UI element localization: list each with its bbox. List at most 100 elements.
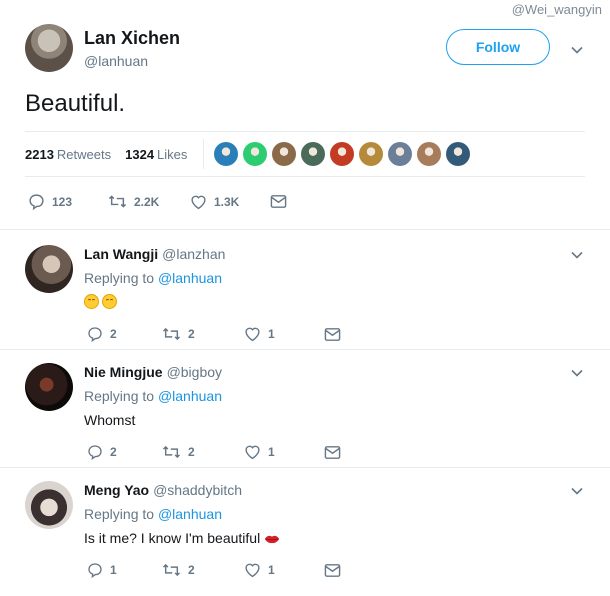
reply-tweet[interactable]: Meng Yao @shaddybitch Replying to @lanhua…	[0, 468, 610, 596]
dm-action[interactable]	[324, 327, 341, 342]
replying-to: Replying to @lanhuan	[84, 506, 222, 522]
retweets-stat[interactable]: 2213 Retweets	[25, 147, 111, 162]
reply-count: 1	[110, 563, 117, 577]
envelope-icon	[324, 445, 341, 459]
reply-action[interactable]: 2	[87, 326, 162, 342]
retweet-icon	[108, 195, 127, 208]
reply-author[interactable]: Lan Wangji @lanzhan	[84, 246, 225, 262]
reply-icon	[29, 194, 44, 210]
replying-to-link[interactable]: @lanhuan	[158, 270, 222, 286]
dm-action[interactable]	[324, 445, 341, 460]
envelope-icon	[324, 563, 341, 577]
retweet-action[interactable]: 2	[162, 326, 244, 342]
liker-avatar[interactable]	[446, 142, 471, 166]
likes-stat[interactable]: 1324 Likes	[125, 147, 187, 162]
chevron-down-icon[interactable]	[571, 249, 583, 261]
reply-text-body: Is it me? I know I'm beautiful	[84, 530, 261, 546]
reply-icon	[88, 445, 102, 460]
reply-author-name: Nie Mingjue	[84, 364, 163, 380]
reply-author-name: Lan Wangji	[84, 246, 159, 262]
heart-icon	[245, 327, 260, 342]
envelope-icon	[270, 195, 287, 208]
reply-author-handle: @shaddybitch	[153, 482, 243, 498]
liker-avatar[interactable]	[214, 142, 239, 166]
likes-label: Likes	[157, 146, 188, 162]
reply-action[interactable]: 1	[87, 562, 162, 578]
retweet-icon	[162, 327, 181, 341]
reply-action[interactable]: 2	[87, 444, 162, 460]
like-action[interactable]: 1	[244, 562, 324, 578]
liker-avatar[interactable]	[243, 142, 268, 166]
like-count: 1	[268, 327, 275, 341]
retweet-action[interactable]: 2.2K	[108, 193, 190, 210]
reply-text: Is it me? I know I'm beautiful	[84, 530, 280, 546]
liker-avatar[interactable]	[359, 142, 384, 166]
author-name[interactable]: Lan Xichen	[84, 28, 180, 49]
replying-to-prefix: Replying to	[84, 270, 155, 286]
tweet-stats: 2213 Retweets 1324 Likes	[25, 131, 585, 177]
likes-count: 1324	[125, 146, 155, 162]
like-count: 1.3K	[214, 194, 240, 209]
replying-to: Replying to @lanhuan	[84, 270, 222, 286]
liker-avatar[interactable]	[417, 142, 442, 166]
heart-icon	[191, 195, 206, 209]
reply-actions: 1 2 1	[87, 562, 341, 578]
dm-action[interactable]	[270, 194, 287, 209]
like-action[interactable]: 1.3K	[190, 194, 270, 210]
retweet-action[interactable]: 2	[162, 444, 244, 460]
retweet-icon	[162, 563, 181, 577]
heart-icon	[245, 563, 260, 578]
replying-to: Replying to @lanhuan	[84, 388, 222, 404]
like-action[interactable]: 1	[244, 326, 324, 342]
reply-author[interactable]: Meng Yao @shaddybitch	[84, 482, 242, 498]
like-action[interactable]: 1	[244, 444, 324, 460]
reply-count: 123	[52, 194, 73, 209]
envelope-icon	[324, 327, 341, 341]
avatar[interactable]	[25, 24, 73, 72]
reply-actions: 2 2 1	[87, 326, 341, 342]
avatar[interactable]	[25, 245, 73, 293]
chevron-down-icon[interactable]	[571, 485, 583, 497]
reply-count: 2	[110, 445, 117, 459]
retweet-count: 2	[188, 445, 195, 459]
reply-icon	[88, 327, 102, 342]
reply-text	[84, 292, 120, 309]
smirk-emoji	[102, 293, 117, 309]
liker-avatar[interactable]	[330, 142, 355, 166]
chevron-down-icon[interactable]	[571, 44, 583, 56]
kiss-lips-emoji	[265, 536, 280, 544]
replying-to-link[interactable]: @lanhuan	[158, 388, 222, 404]
follow-button[interactable]: Follow	[446, 29, 550, 65]
tweet-actions: 123 2.2K 1.3K	[28, 193, 287, 210]
liker-avatar[interactable]	[272, 142, 297, 166]
reply-author-name: Meng Yao	[84, 482, 150, 498]
reply-text: Whomst	[84, 412, 136, 428]
smirk-emoji	[84, 293, 99, 309]
avatar[interactable]	[25, 481, 73, 529]
chevron-down-icon[interactable]	[571, 367, 583, 379]
main-tweet: Lan Xichen @lanhuan Follow Beautiful. 22…	[0, 0, 610, 230]
like-count: 1	[268, 445, 275, 459]
heart-icon	[245, 445, 260, 460]
liker-avatar[interactable]	[301, 142, 326, 166]
reply-author-handle: @bigboy	[166, 364, 223, 380]
retweet-count: 2.2K	[134, 194, 160, 209]
reply-tweet[interactable]: Lan Wangji @lanzhan Replying to @lanhuan …	[0, 230, 610, 348]
author-handle[interactable]: @lanhuan	[84, 53, 148, 69]
dm-action[interactable]	[324, 563, 341, 578]
avatar[interactable]	[25, 363, 73, 411]
reply-tweet[interactable]: Nie Mingjue @bigboy Replying to @lanhuan …	[0, 350, 610, 468]
replying-to-prefix: Replying to	[84, 506, 155, 522]
retweet-icon	[162, 445, 181, 459]
reply-action[interactable]: 123	[28, 193, 108, 210]
liker-avatar[interactable]	[388, 142, 413, 166]
retweet-count: 2	[188, 327, 195, 341]
retweet-action[interactable]: 2	[162, 562, 244, 578]
reply-author[interactable]: Nie Mingjue @bigboy	[84, 364, 222, 380]
stats-divider	[203, 139, 205, 169]
retweet-count: 2	[188, 563, 195, 577]
replying-to-link[interactable]: @lanhuan	[158, 506, 222, 522]
retweets-count: 2213	[25, 146, 54, 162]
reply-count: 2	[110, 327, 117, 341]
reply-actions: 2 2 1	[87, 444, 341, 460]
